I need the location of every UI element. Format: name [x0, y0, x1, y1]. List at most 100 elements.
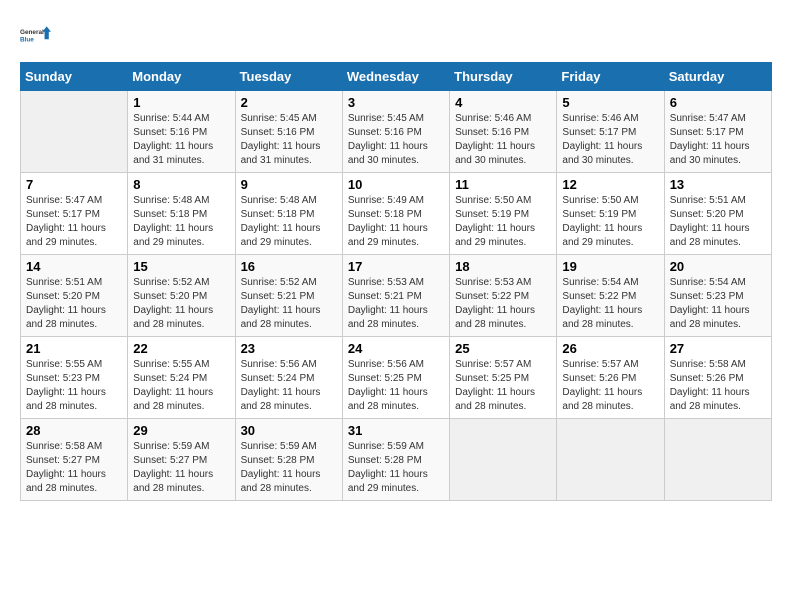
calendar-cell: 13 Sunrise: 5:51 AMSunset: 5:20 PMDayligh…: [664, 173, 771, 255]
day-number: 20: [670, 259, 766, 274]
calendar-cell: 30Sunrise: 5:59 AMSunset: 5:28 PMDayligh…: [235, 419, 342, 501]
calendar-cell: 11Sunrise: 5:50 AMSunset: 5:19 PMDayligh…: [450, 173, 557, 255]
calendar-cell: 4Sunrise: 5:46 AMSunset: 5:16 PMDaylight…: [450, 91, 557, 173]
day-number: 6: [670, 95, 766, 110]
calendar-cell: [664, 419, 771, 501]
calendar-cell: 26 Sunrise: 5:57 AMSunset: 5:26 PMDayligh…: [557, 337, 664, 419]
calendar-cell: 12 Sunrise: 5:50 AMSunset: 5:19 PMDayligh…: [557, 173, 664, 255]
calendar-cell: 17 Sunrise: 5:53 AMSunset: 5:21 PMDayligh…: [342, 255, 449, 337]
weekday-header: Tuesday: [235, 63, 342, 91]
weekday-header: Saturday: [664, 63, 771, 91]
day-number: 10: [348, 177, 444, 192]
day-info: Sunrise: 5:53 AMSunset: 5:22 PMDaylight:…: [455, 276, 551, 332]
day-info: Sunrise: 5:53 AMSunset: 5:21 PMDaylight:…: [348, 276, 444, 332]
calendar-body: 1 Sunrise: 5:44 AMSunset: 5:16 PMDaylight…: [21, 91, 772, 501]
day-number: 29: [133, 423, 229, 438]
day-number: 17: [348, 259, 444, 274]
calendar-week-row: 28 Sunrise: 5:58 AMSunset: 5:27 PMDayligh…: [21, 419, 772, 501]
day-number: 14: [26, 259, 122, 274]
day-number: 24: [348, 341, 444, 356]
day-info: Sunrise: 5:59 AMSunset: 5:28 PMDaylight:…: [348, 440, 444, 496]
day-number: 12: [562, 177, 658, 192]
day-info: Sunrise: 5:51 AMSunset: 5:20 PMDaylight:…: [670, 194, 766, 250]
weekday-header: Wednesday: [342, 63, 449, 91]
calendar-week-row: 14Sunrise: 5:51 AMSunset: 5:20 PMDayligh…: [21, 255, 772, 337]
calendar-cell: [21, 91, 128, 173]
calendar-header: SundayMondayTuesdayWednesdayThursdayFrid…: [21, 63, 772, 91]
day-info: Sunrise: 5:44 AMSunset: 5:16 PMDaylight:…: [133, 112, 229, 168]
day-info: Sunrise: 5:49 AMSunset: 5:18 PMDaylight:…: [348, 194, 444, 250]
calendar-cell: 15 Sunrise: 5:52 AMSunset: 5:20 PMDayligh…: [128, 255, 235, 337]
weekday-header: Monday: [128, 63, 235, 91]
calendar-cell: 19 Sunrise: 5:54 AMSunset: 5:22 PMDayligh…: [557, 255, 664, 337]
day-number: 28: [26, 423, 122, 438]
calendar-cell: 29 Sunrise: 5:59 AMSunset: 5:27 PMDayligh…: [128, 419, 235, 501]
calendar-table: SundayMondayTuesdayWednesdayThursdayFrid…: [20, 62, 772, 501]
day-info: Sunrise: 5:45 AMSunset: 5:16 PMDaylight:…: [348, 112, 444, 168]
day-info: Sunrise: 5:54 AMSunset: 5:22 PMDaylight:…: [562, 276, 658, 332]
svg-text:General: General: [20, 29, 44, 36]
day-info: Sunrise: 5:55 AMSunset: 5:23 PMDaylight:…: [26, 358, 122, 414]
calendar-cell: 16Sunrise: 5:52 AMSunset: 5:21 PMDayligh…: [235, 255, 342, 337]
day-info: Sunrise: 5:46 AMSunset: 5:16 PMDaylight:…: [455, 112, 551, 168]
weekday-header: Sunday: [21, 63, 128, 91]
calendar-cell: 6 Sunrise: 5:47 AMSunset: 5:17 PMDaylight…: [664, 91, 771, 173]
day-number: 25: [455, 341, 551, 356]
day-info: Sunrise: 5:54 AMSunset: 5:23 PMDaylight:…: [670, 276, 766, 332]
calendar-cell: 7 Sunrise: 5:47 AMSunset: 5:17 PMDaylight…: [21, 173, 128, 255]
calendar-cell: 23Sunrise: 5:56 AMSunset: 5:24 PMDayligh…: [235, 337, 342, 419]
day-number: 9: [241, 177, 337, 192]
weekday-header: Friday: [557, 63, 664, 91]
day-number: 7: [26, 177, 122, 192]
calendar-week-row: 7 Sunrise: 5:47 AMSunset: 5:17 PMDaylight…: [21, 173, 772, 255]
calendar-cell: 27Sunrise: 5:58 AMSunset: 5:26 PMDayligh…: [664, 337, 771, 419]
calendar-cell: 9Sunrise: 5:48 AMSunset: 5:18 PMDaylight…: [235, 173, 342, 255]
day-number: 8: [133, 177, 229, 192]
day-number: 3: [348, 95, 444, 110]
day-number: 1: [133, 95, 229, 110]
calendar-cell: 5Sunrise: 5:46 AMSunset: 5:17 PMDaylight…: [557, 91, 664, 173]
day-info: Sunrise: 5:52 AMSunset: 5:20 PMDaylight:…: [133, 276, 229, 332]
day-info: Sunrise: 5:57 AMSunset: 5:26 PMDaylight:…: [562, 358, 658, 414]
day-info: Sunrise: 5:56 AMSunset: 5:24 PMDaylight:…: [241, 358, 337, 414]
calendar-cell: 3 Sunrise: 5:45 AMSunset: 5:16 PMDaylight…: [342, 91, 449, 173]
calendar-cell: 20 Sunrise: 5:54 AMSunset: 5:23 PMDayligh…: [664, 255, 771, 337]
day-info: Sunrise: 5:58 AMSunset: 5:26 PMDaylight:…: [670, 358, 766, 414]
calendar-cell: 24 Sunrise: 5:56 AMSunset: 5:25 PMDayligh…: [342, 337, 449, 419]
day-info: Sunrise: 5:52 AMSunset: 5:21 PMDaylight:…: [241, 276, 337, 332]
day-info: Sunrise: 5:47 AMSunset: 5:17 PMDaylight:…: [670, 112, 766, 168]
svg-text:Blue: Blue: [20, 36, 34, 43]
calendar-cell: 22 Sunrise: 5:55 AMSunset: 5:24 PMDayligh…: [128, 337, 235, 419]
day-info: Sunrise: 5:48 AMSunset: 5:18 PMDaylight:…: [133, 194, 229, 250]
calendar-cell: 21Sunrise: 5:55 AMSunset: 5:23 PMDayligh…: [21, 337, 128, 419]
day-info: Sunrise: 5:57 AMSunset: 5:25 PMDaylight:…: [455, 358, 551, 414]
day-info: Sunrise: 5:59 AMSunset: 5:27 PMDaylight:…: [133, 440, 229, 496]
calendar-cell: 10 Sunrise: 5:49 AMSunset: 5:18 PMDayligh…: [342, 173, 449, 255]
calendar-cell: 2Sunrise: 5:45 AMSunset: 5:16 PMDaylight…: [235, 91, 342, 173]
calendar-cell: 28 Sunrise: 5:58 AMSunset: 5:27 PMDayligh…: [21, 419, 128, 501]
calendar-cell: [557, 419, 664, 501]
day-number: 13: [670, 177, 766, 192]
day-info: Sunrise: 5:50 AMSunset: 5:19 PMDaylight:…: [562, 194, 658, 250]
day-info: Sunrise: 5:55 AMSunset: 5:24 PMDaylight:…: [133, 358, 229, 414]
day-number: 26: [562, 341, 658, 356]
calendar-cell: 8 Sunrise: 5:48 AMSunset: 5:18 PMDaylight…: [128, 173, 235, 255]
header: General Blue: [20, 20, 772, 52]
logo-icon: General Blue: [20, 20, 52, 52]
day-info: Sunrise: 5:50 AMSunset: 5:19 PMDaylight:…: [455, 194, 551, 250]
weekday-header-row: SundayMondayTuesdayWednesdayThursdayFrid…: [21, 63, 772, 91]
day-info: Sunrise: 5:45 AMSunset: 5:16 PMDaylight:…: [241, 112, 337, 168]
calendar-week-row: 1 Sunrise: 5:44 AMSunset: 5:16 PMDaylight…: [21, 91, 772, 173]
day-info: Sunrise: 5:58 AMSunset: 5:27 PMDaylight:…: [26, 440, 122, 496]
day-number: 19: [562, 259, 658, 274]
calendar-cell: 25 Sunrise: 5:57 AMSunset: 5:25 PMDayligh…: [450, 337, 557, 419]
calendar-cell: 18Sunrise: 5:53 AMSunset: 5:22 PMDayligh…: [450, 255, 557, 337]
day-number: 31: [348, 423, 444, 438]
day-info: Sunrise: 5:56 AMSunset: 5:25 PMDaylight:…: [348, 358, 444, 414]
day-number: 15: [133, 259, 229, 274]
calendar-cell: [450, 419, 557, 501]
logo: General Blue: [20, 20, 52, 52]
day-number: 22: [133, 341, 229, 356]
calendar-week-row: 21Sunrise: 5:55 AMSunset: 5:23 PMDayligh…: [21, 337, 772, 419]
day-info: Sunrise: 5:47 AMSunset: 5:17 PMDaylight:…: [26, 194, 122, 250]
